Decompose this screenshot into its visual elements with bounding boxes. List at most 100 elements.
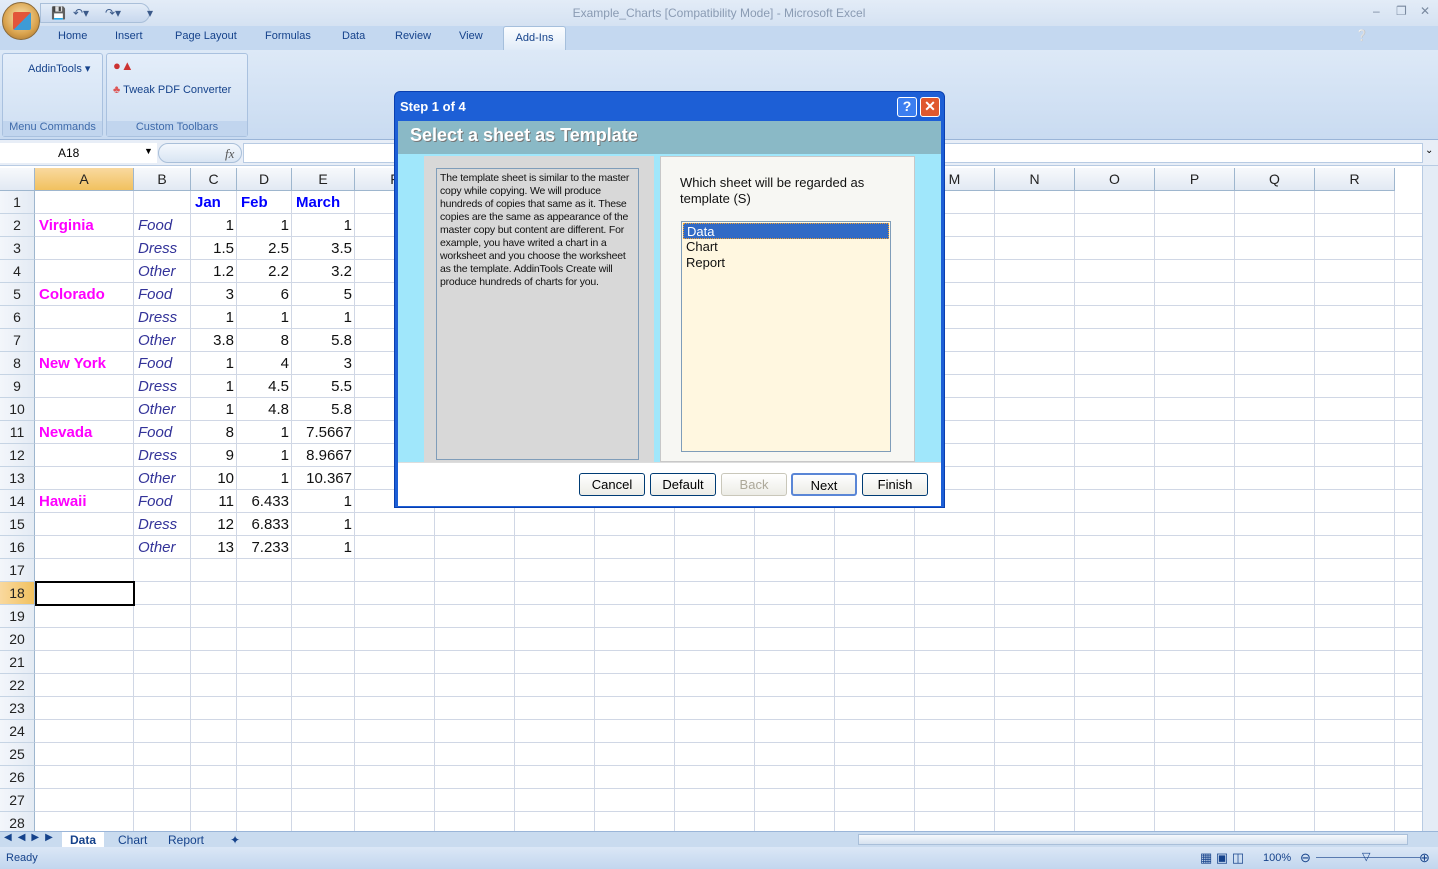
cell[interactable]: Food: [134, 283, 191, 305]
insert-function-button[interactable]: fx: [158, 143, 242, 163]
row-header-11[interactable]: 11: [0, 421, 35, 444]
cell[interactable]: 1: [292, 214, 355, 236]
list-item-data[interactable]: Data: [683, 223, 889, 239]
office-button[interactable]: [2, 2, 40, 40]
row-header-14[interactable]: 14: [0, 490, 35, 513]
page-break-view-icon[interactable]: ◫: [1232, 850, 1244, 865]
column-header-r[interactable]: R: [1315, 168, 1395, 191]
column-header-e[interactable]: E: [292, 168, 355, 191]
dialog-close-button[interactable]: ✕: [920, 97, 940, 117]
finish-button[interactable]: Finish: [862, 473, 928, 496]
column-header-n[interactable]: N: [995, 168, 1075, 191]
cell[interactable]: 6.833: [237, 513, 292, 535]
cell[interactable]: 1: [237, 421, 292, 443]
row-header-20[interactable]: 20: [0, 628, 35, 651]
cell[interactable]: Food: [134, 490, 191, 512]
page-layout-view-icon[interactable]: ▣: [1216, 850, 1228, 865]
cell[interactable]: 1: [191, 352, 237, 374]
row-header-19[interactable]: 19: [0, 605, 35, 628]
cell[interactable]: Jan: [191, 191, 237, 213]
row-header-18[interactable]: 18: [0, 582, 35, 605]
row-header-5[interactable]: 5: [0, 283, 35, 306]
cell[interactable]: Food: [134, 352, 191, 374]
cell[interactable]: Hawaii: [35, 490, 134, 512]
cell[interactable]: Dress: [134, 513, 191, 535]
default-button[interactable]: Default: [650, 473, 716, 496]
column-header-d[interactable]: D: [237, 168, 292, 191]
row-header-24[interactable]: 24: [0, 720, 35, 743]
cell[interactable]: 10: [191, 467, 237, 489]
row-header-25[interactable]: 25: [0, 743, 35, 766]
redo-icon[interactable]: ↷▾: [105, 6, 121, 20]
cell[interactable]: 5: [292, 283, 355, 305]
cell[interactable]: 6: [237, 283, 292, 305]
row-header-3[interactable]: 3: [0, 237, 35, 260]
cell[interactable]: March: [292, 191, 355, 213]
expand-formula-bar-icon[interactable]: ⌄: [1425, 145, 1433, 156]
cell[interactable]: 3.8: [191, 329, 237, 351]
row-header-1[interactable]: 1: [0, 191, 35, 214]
cell[interactable]: 1: [237, 214, 292, 236]
name-box[interactable]: A18 ▼: [0, 143, 157, 163]
help-icon[interactable]: ❔: [1355, 29, 1369, 42]
cell[interactable]: Other: [134, 398, 191, 420]
row-header-26[interactable]: 26: [0, 766, 35, 789]
cell[interactable]: 1: [292, 536, 355, 558]
cell[interactable]: 4: [237, 352, 292, 374]
sheet-nav-arrows[interactable]: ◀◀▶▶: [4, 832, 59, 843]
save-icon[interactable]: 💾: [51, 6, 66, 20]
tab-insert[interactable]: Insert: [115, 30, 143, 42]
cell[interactable]: 5.5: [292, 375, 355, 397]
sheet-tab-chart[interactable]: Chart: [110, 832, 155, 848]
back-button[interactable]: Back: [721, 473, 787, 496]
sheet-tab-report[interactable]: Report: [160, 832, 212, 848]
column-header-o[interactable]: O: [1075, 168, 1155, 191]
cell[interactable]: 1: [237, 306, 292, 328]
row-header-6[interactable]: 6: [0, 306, 35, 329]
row-header-4[interactable]: 4: [0, 260, 35, 283]
tab-formulas[interactable]: Formulas: [265, 30, 311, 42]
column-header-q[interactable]: Q: [1235, 168, 1315, 191]
cell[interactable]: Dress: [134, 306, 191, 328]
column-header-a[interactable]: A: [35, 168, 134, 191]
cell[interactable]: 1: [191, 398, 237, 420]
cell[interactable]: 5.8: [292, 329, 355, 351]
cell[interactable]: 4.8: [237, 398, 292, 420]
row-header-8[interactable]: 8: [0, 352, 35, 375]
zoom-slider-thumb[interactable]: ▽: [1362, 850, 1370, 863]
column-header-b[interactable]: B: [134, 168, 191, 191]
selected-cell-a18[interactable]: [35, 581, 135, 606]
customize-qat-icon[interactable]: ▾: [147, 6, 153, 20]
row-header-15[interactable]: 15: [0, 513, 35, 536]
cell[interactable]: 8.9667: [292, 444, 355, 466]
help-button[interactable]: ?: [897, 97, 917, 117]
row-header-23[interactable]: 23: [0, 697, 35, 720]
cell[interactable]: New York: [35, 352, 134, 374]
tab-view[interactable]: View: [459, 30, 483, 42]
row-header-16[interactable]: 16: [0, 536, 35, 559]
cell[interactable]: 1: [191, 306, 237, 328]
cell[interactable]: 3.5: [292, 237, 355, 259]
row-header-12[interactable]: 12: [0, 444, 35, 467]
list-item-chart[interactable]: Chart: [683, 239, 889, 255]
cell[interactable]: Food: [134, 214, 191, 236]
row-header-2[interactable]: 2: [0, 214, 35, 237]
cell[interactable]: 6.433: [237, 490, 292, 512]
cell[interactable]: Food: [134, 421, 191, 443]
cell[interactable]: 1: [191, 375, 237, 397]
cell[interactable]: 7.5667: [292, 421, 355, 443]
minimize-button[interactable]: –: [1373, 4, 1380, 18]
tab-page-layout[interactable]: Page Layout: [175, 30, 237, 42]
cell[interactable]: 8: [237, 329, 292, 351]
tweak-pdf-converter-button[interactable]: ♣ Tweak PDF Converter: [113, 84, 231, 96]
addintools-menu-button[interactable]: AddinTools ▾: [28, 62, 90, 75]
cell[interactable]: 10.367: [292, 467, 355, 489]
row-header-21[interactable]: 21: [0, 651, 35, 674]
zoom-level[interactable]: 100%: [1263, 852, 1291, 864]
vertical-scrollbar[interactable]: [1422, 166, 1438, 831]
cell[interactable]: 1: [237, 444, 292, 466]
sheet-tab-data[interactable]: Data: [62, 832, 105, 848]
toolbar-shapes-icon[interactable]: ●▲: [113, 58, 134, 73]
cell[interactable]: 3: [191, 283, 237, 305]
cell[interactable]: Dress: [134, 444, 191, 466]
